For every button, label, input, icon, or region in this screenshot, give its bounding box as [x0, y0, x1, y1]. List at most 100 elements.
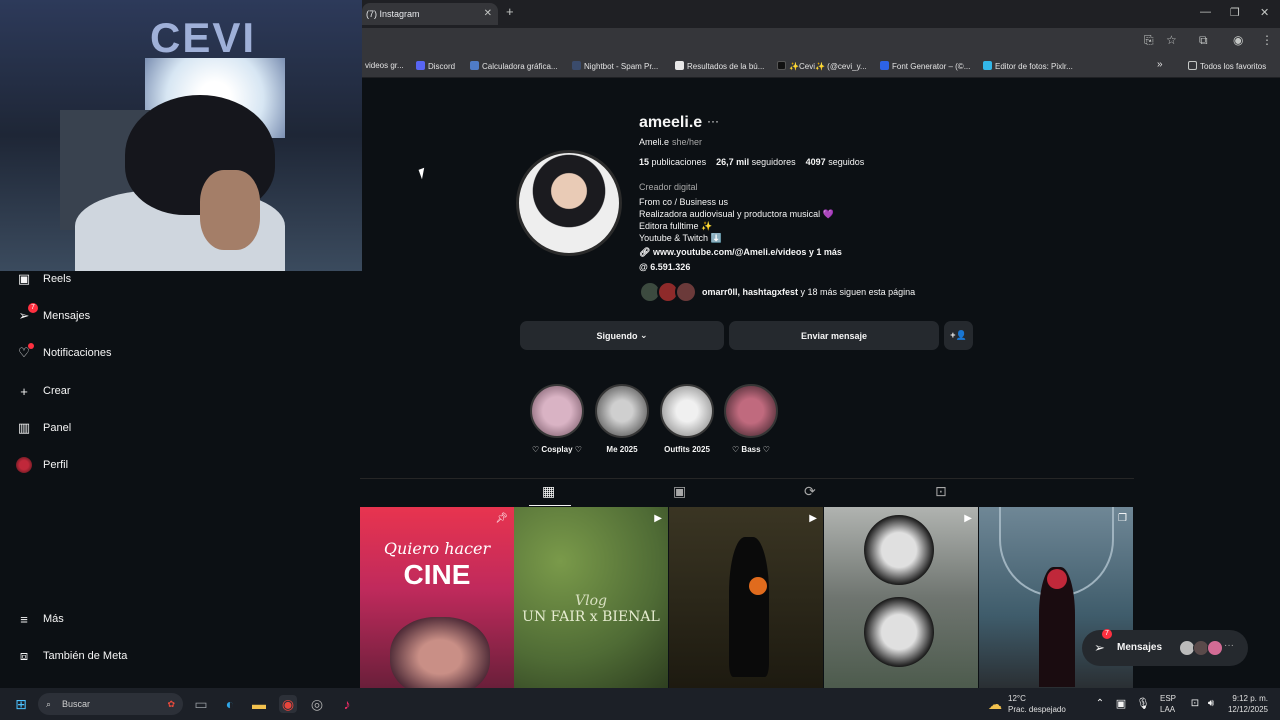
bookmark-item[interactable]: Discord	[416, 61, 455, 71]
profile-category: Creador digital	[639, 182, 698, 192]
tiktok-icon[interactable]: ♪	[338, 695, 356, 713]
extensions-icon[interactable]: ⧉	[1199, 33, 1208, 48]
messages-badge: 7	[1102, 629, 1112, 639]
document-icon	[675, 61, 684, 70]
chevron-up-icon[interactable]: ⌃	[1091, 695, 1109, 713]
weather-temp: 12°C	[1008, 694, 1026, 703]
weather-condition: Prac. despejado	[1008, 705, 1066, 714]
mutual-followers-avatars[interactable]	[639, 281, 697, 303]
close-window-icon[interactable]: ✕	[1260, 6, 1269, 19]
reel-icon: ▶	[654, 513, 662, 524]
tray-app-icon[interactable]: ▣	[1112, 695, 1130, 713]
bookmark-item[interactable]: Nightbot - Spam Pr...	[572, 61, 658, 71]
more-options-icon[interactable]: ···	[707, 114, 719, 128]
bookmark-item[interactable]: ✨Cevi✨ (@cevi_y...	[777, 61, 867, 71]
calculator-icon	[470, 61, 479, 70]
plus-icon: +	[20, 383, 28, 399]
minimize-icon[interactable]: —	[1200, 6, 1211, 18]
highlight-bass[interactable]	[724, 384, 778, 438]
taskbar-search[interactable]: ⌕ Buscar ✿	[38, 693, 183, 715]
file-explorer-icon[interactable]: ▬	[250, 695, 268, 713]
bookmark-item[interactable]: Font Generator – (©...	[880, 61, 970, 71]
nav-reels[interactable]: ▣ Reels	[16, 269, 71, 289]
post-thumbnail[interactable]: ▶ Vlog UN FAIR x BIENAL	[514, 507, 668, 688]
profile-avatar-icon[interactable]: ◉	[1233, 33, 1243, 47]
add-user-icon: +👤	[950, 330, 967, 340]
nav-profile[interactable]: Perfil	[16, 455, 68, 475]
all-favorites-folder[interactable]: Todos los favoritos	[1188, 61, 1266, 71]
nav-messages[interactable]: ➢ 7 Mensajes	[16, 303, 90, 326]
bookmark-item[interactable]: Resultados de la bú...	[675, 61, 764, 71]
hamburger-icon: ≡	[20, 611, 28, 627]
webcam-overlay: CEVI	[0, 0, 362, 271]
highlight-outfits-2025[interactable]	[660, 384, 714, 438]
tiktok-icon	[777, 61, 786, 70]
highlight-cosplay[interactable]	[530, 384, 584, 438]
profile-avatar-large[interactable]	[516, 150, 622, 256]
windows-start-icon[interactable]: ⊞	[12, 695, 30, 713]
post-thumbnail[interactable]: ▶	[824, 507, 978, 688]
discord-icon	[416, 61, 425, 70]
heart-icon: ♡	[16, 343, 34, 361]
send-message-button[interactable]: Enviar mensaje	[729, 321, 939, 350]
avatar	[1207, 640, 1223, 656]
suggest-user-button[interactable]: +👤	[944, 321, 973, 350]
nav-notifications[interactable]: ♡ Notificaciones	[16, 343, 111, 363]
post-thumbnail[interactable]: ▶	[669, 507, 823, 688]
tagged-tab-icon[interactable]: ⊡	[935, 483, 947, 500]
highlight-label: ♡ Bass ♡	[732, 445, 770, 454]
nav-create[interactable]: + Crear	[16, 381, 70, 401]
posts-stat: 15 publicaciones	[639, 157, 707, 167]
active-tab-indicator	[529, 505, 571, 506]
following-stat[interactable]: 4097 seguidos	[806, 157, 865, 167]
bookmark-item[interactable]: videos gr...	[365, 61, 404, 70]
profile-avatar	[16, 457, 32, 473]
reels-tab-icon[interactable]: ▣	[673, 483, 686, 500]
menu-dots-icon[interactable]: ⋮	[1261, 33, 1273, 47]
microphone-icon[interactable]: 🎙︎	[1134, 695, 1152, 713]
font-generator-icon	[880, 61, 889, 70]
highlight-me-2025[interactable]	[595, 384, 649, 438]
task-view-icon[interactable]: ▭	[192, 695, 210, 713]
more-bookmarks-icon[interactable]: »	[1157, 59, 1163, 70]
mutual-followers-text[interactable]: omarr0ll, hashtagxfest y 18 más siguen e…	[702, 287, 915, 297]
obs-icon[interactable]: ◎	[308, 695, 326, 713]
chrome-icon[interactable]: ◉	[279, 695, 297, 713]
threads-link[interactable]: @ 6.591.326	[639, 262, 690, 272]
nightbot-icon	[572, 61, 581, 70]
nav-panel[interactable]: ▥ Panel	[16, 418, 71, 438]
reposts-tab-icon[interactable]: ⟳	[804, 483, 816, 500]
profile-link[interactable]: 🔗︎ www.youtube.com/@Ameli.e/videos y 1 m…	[639, 247, 842, 258]
holiday-icon: ✿	[167, 699, 175, 709]
language-code[interactable]: ESP	[1160, 694, 1176, 703]
bookmark-star-icon[interactable]: ☆	[1166, 33, 1177, 47]
search-icon: ⌕	[46, 699, 52, 709]
clock-date[interactable]: 12/12/2025	[1218, 705, 1268, 714]
following-button[interactable]: Siguendo ⌄	[520, 321, 724, 350]
more-dots-icon: ···	[1224, 640, 1234, 651]
install-app-icon[interactable]: ⎘	[1144, 33, 1154, 48]
clock-time[interactable]: 9:12 p. m.	[1218, 694, 1268, 703]
restore-icon[interactable]: ❐	[1230, 6, 1240, 19]
weather-icon[interactable]: ☁	[986, 695, 1004, 713]
messenger-icon: ➢ 7	[16, 303, 38, 324]
bio-line: Realizadora audiovisual y productora mus…	[639, 209, 834, 219]
carousel-icon: ❐	[1118, 513, 1127, 524]
new-tab-icon[interactable]: +	[506, 4, 514, 19]
edge-icon[interactable]: ◐	[221, 695, 239, 713]
followers-stat[interactable]: 26,7 mil seguidores	[716, 157, 796, 167]
messages-badge: 7	[28, 303, 38, 313]
bookmark-item[interactable]: Calculadora gráfica...	[470, 61, 558, 71]
nav-also-meta[interactable]: ⧈ También de Meta	[16, 646, 128, 666]
pin-icon: 📌︎	[495, 513, 508, 524]
nav-more[interactable]: ≡ Más	[16, 609, 64, 629]
bookmark-item[interactable]: Editor de fotos: Pixlr...	[983, 61, 1073, 71]
post-thumbnail[interactable]: 📌︎ Quiero hacer CINE	[360, 507, 514, 688]
keyboard-layout[interactable]: LAA	[1160, 705, 1175, 714]
dashboard-icon: ▥	[17, 420, 31, 435]
close-tab-icon[interactable]: ✕	[484, 3, 492, 25]
reel-icon: ▶	[964, 513, 972, 524]
tab-instagram[interactable]: (7) Instagram ✕	[362, 3, 498, 25]
grid-tab-icon[interactable]: ▦	[542, 483, 555, 500]
messages-pill[interactable]: ➢ 7 Mensajes ···	[1082, 629, 1248, 666]
